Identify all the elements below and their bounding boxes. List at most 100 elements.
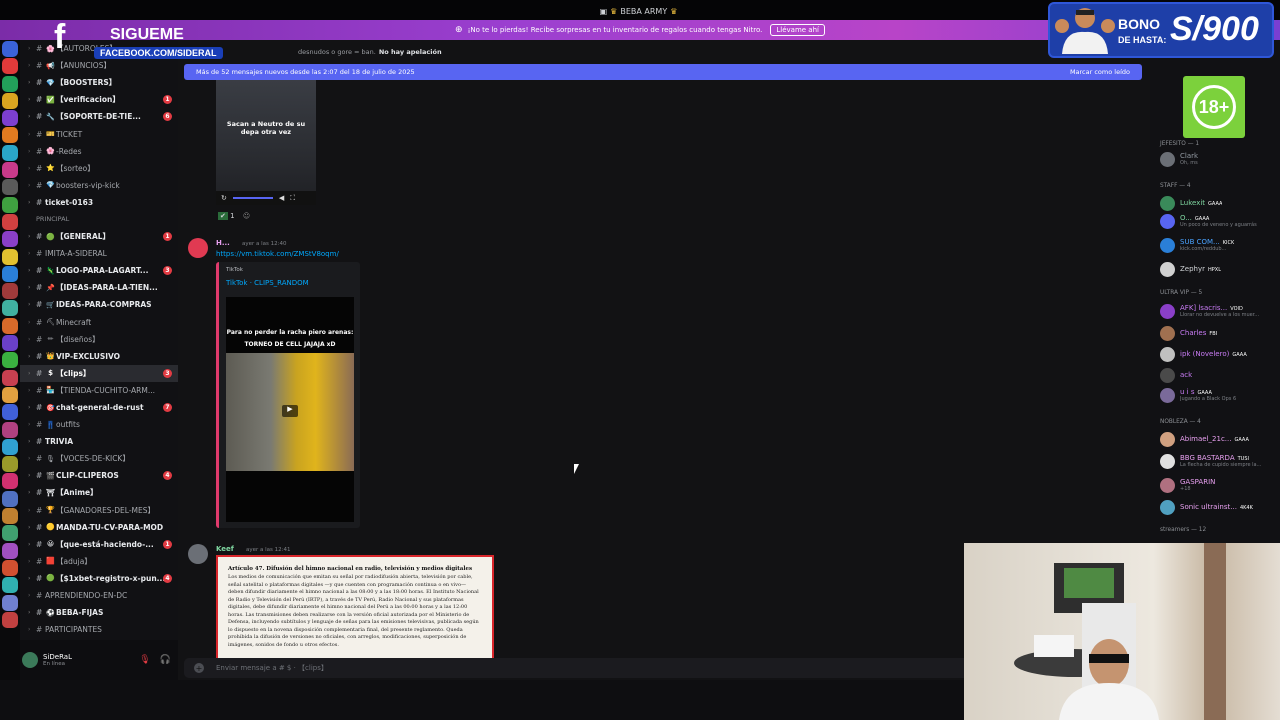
channel-item[interactable]: › # ⚽ BEBA-FIJAS <box>20 604 178 621</box>
member-item[interactable]: Abimael_21c... GAAA <box>1160 430 1278 448</box>
member-item[interactable]: Lukexit GAAA <box>1160 194 1278 212</box>
member-item[interactable]: ack <box>1160 366 1278 384</box>
channel-item[interactable]: › # APRENDIENDO-EN-DC <box>20 587 178 604</box>
embed-title[interactable]: TikTok · CLIPS_RANDOM <box>226 279 309 287</box>
server-icon[interactable] <box>2 92 18 109</box>
server-icon[interactable] <box>2 335 18 352</box>
channel-item[interactable]: › # 👑 VIP-EXCLUSIVO <box>20 348 178 365</box>
channel-item[interactable]: › # ⛩ 【Anime】 <box>20 484 178 501</box>
member-item[interactable]: O... GAAA Un poco de veneno y aguarrás <box>1160 212 1278 230</box>
server-icon[interactable] <box>2 421 18 438</box>
channel-item[interactable]: › # 🟢 【$1xbet-registro-x-pun... 4 <box>20 570 178 587</box>
server-icon[interactable] <box>2 594 18 611</box>
channel-item[interactable]: › # ✅ 【verificacion】 1 <box>20 91 178 108</box>
server-icon[interactable] <box>2 300 18 317</box>
server-icon[interactable] <box>2 196 18 213</box>
message-author[interactable]: H... <box>216 239 230 247</box>
server-icon[interactable] <box>2 456 18 473</box>
channel-item[interactable]: › # 🔧 【SOPORTE-DE-TIE... 6 <box>20 108 178 125</box>
server-icon[interactable] <box>2 162 18 179</box>
video-player[interactable]: Sacan a Neutro de su depa otra vez ↻ ◀ ⛶ <box>216 80 316 205</box>
channel-item[interactable]: › # ⭐ 【sorteo】 <box>20 160 178 177</box>
embed-video[interactable]: Para no perder la racha piero arenas: TO… <box>226 297 354 522</box>
channel-item[interactable]: › # $ 【clips】 3 <box>20 364 178 382</box>
channel-item[interactable]: › # TRIVIA <box>20 433 178 450</box>
member-item[interactable]: GASPARIN +18 <box>1160 476 1278 494</box>
avatar[interactable] <box>22 652 38 668</box>
member-item[interactable]: Sonic ultrainst... 4K4K <box>1160 498 1278 516</box>
add-reaction-icon[interactable]: ☺ <box>243 212 250 220</box>
server-icon[interactable] <box>2 369 18 386</box>
server-icon[interactable] <box>2 404 18 421</box>
server-icon[interactable] <box>2 317 18 334</box>
server-icon[interactable] <box>2 144 18 161</box>
channel-item[interactable]: › # 🏆 【GANADORES-DEL-MES】 <box>20 502 178 519</box>
server-icon[interactable] <box>2 179 18 196</box>
channel-item[interactable]: › # ✏ 【diseños】 <box>20 331 178 348</box>
new-messages-banner[interactable]: Más de 52 mensajes nuevos desde las 2:07… <box>184 64 1142 80</box>
server-icon[interactable] <box>2 248 18 265</box>
volume-icon[interactable]: ◀ <box>279 194 284 202</box>
channel-item[interactable]: › # 💎 boosters-vip-kick <box>20 177 178 194</box>
server-icon[interactable] <box>2 352 18 369</box>
channel-item[interactable]: › # PARTICIPANTES <box>20 621 178 638</box>
member-item[interactable]: Clark Oh, ms <box>1160 150 1278 168</box>
member-item[interactable]: ipk (Novelero) GAAA <box>1160 345 1278 363</box>
channel-item[interactable]: › # ticket-0163 <box>20 194 178 211</box>
member-item[interactable]: BBG BASTARDA TUSI La flecha de cupido siem… <box>1160 452 1278 470</box>
reaction[interactable]: ✔ 1 ☺ <box>218 212 250 220</box>
server-icon[interactable] <box>2 231 18 248</box>
channel-item[interactable]: › # 🎫 TICKET <box>20 125 178 142</box>
server-icon[interactable] <box>2 127 18 144</box>
server-icon[interactable] <box>2 559 18 576</box>
server-icon[interactable] <box>2 110 18 127</box>
channel-item[interactable]: › # 🎯 chat-general-de-rust 7 <box>20 399 178 416</box>
composer-placeholder[interactable]: Enviar mensaje a # $ · 【clips】 <box>216 663 328 673</box>
server-icon[interactable] <box>2 41 18 57</box>
member-item[interactable]: Zephyr HPXL <box>1160 260 1278 278</box>
replay-icon[interactable]: ↻ <box>221 194 227 202</box>
server-icon[interactable] <box>2 283 18 300</box>
channel-item[interactable]: › # 🦎 LOGO-PARA-LAGART... 3 <box>20 262 178 279</box>
channel-category[interactable]: PRINCIPAL <box>20 211 178 228</box>
server-icon[interactable] <box>2 75 18 92</box>
add-attachment-icon[interactable]: + <box>194 663 204 673</box>
channel-item[interactable]: › # 🛒 IDEAS-PARA-COMPRAS <box>20 296 178 313</box>
member-item[interactable]: u i s GAAA Jugando a Black Ops 6 <box>1160 386 1278 404</box>
channel-item[interactable]: › # 🎙 【VOCES-DE-KICK】 <box>20 450 178 467</box>
document-image[interactable]: Artículo 47. Difusión del himno nacional… <box>216 555 494 669</box>
play-icon[interactable]: ▶ <box>282 405 298 417</box>
channel-item[interactable]: › # 🟥 【aduja】 <box>20 553 178 570</box>
deafen-icon[interactable]: 🎧 <box>160 655 171 665</box>
message-link[interactable]: https://vm.tiktok.com/ZMStV8oqm/ <box>216 250 339 258</box>
video-progress[interactable] <box>232 197 273 199</box>
channel-item[interactable]: › # 🎬 CLIP-CLIPEROS 4 <box>20 467 178 484</box>
channel-item[interactable]: › # 😀 【que-está-haciendo-... 1 <box>20 536 178 553</box>
server-icon[interactable] <box>2 525 18 542</box>
channel-item[interactable]: › # 🏪 【TIENDA-CUCHITO-ARM... <box>20 382 178 399</box>
channel-item[interactable]: › # 🟡 MANDA-TU-CV-PARA-MOD <box>20 519 178 536</box>
channel-item[interactable]: › # 👖 outfits <box>20 416 178 433</box>
channel-item[interactable]: › # 🌸 -Redes <box>20 143 178 160</box>
server-icon[interactable] <box>2 611 18 628</box>
channel-item[interactable]: › # 📌 【IDEAS-PARA-LA-TIEN... <box>20 279 178 296</box>
server-icon[interactable] <box>2 473 18 490</box>
server-icon[interactable] <box>2 490 18 507</box>
server-icon[interactable] <box>2 386 18 403</box>
member-item[interactable]: SUB COM... KICK kick.com/reddub... <box>1160 236 1278 254</box>
server-icon[interactable] <box>2 542 18 559</box>
avatar[interactable] <box>188 544 208 564</box>
server-icon[interactable] <box>2 58 18 75</box>
server-icon[interactable] <box>2 438 18 455</box>
member-item[interactable]: Charles FBI <box>1160 324 1278 342</box>
message-author[interactable]: Keef <box>216 545 234 553</box>
mark-as-read-button[interactable]: Marcar como leído <box>1070 68 1130 76</box>
mute-icon[interactable]: 🎙 <box>139 655 150 665</box>
server-icon[interactable] <box>2 265 18 282</box>
server-icon[interactable] <box>2 213 18 230</box>
nitro-promo-button[interactable]: Llévame ahí <box>770 24 825 36</box>
channel-item[interactable]: › # ⛏ Minecraft <box>20 314 178 331</box>
fullscreen-icon[interactable]: ⛶ <box>290 194 295 203</box>
server-icon[interactable] <box>2 577 18 594</box>
server-icon[interactable] <box>2 508 18 525</box>
